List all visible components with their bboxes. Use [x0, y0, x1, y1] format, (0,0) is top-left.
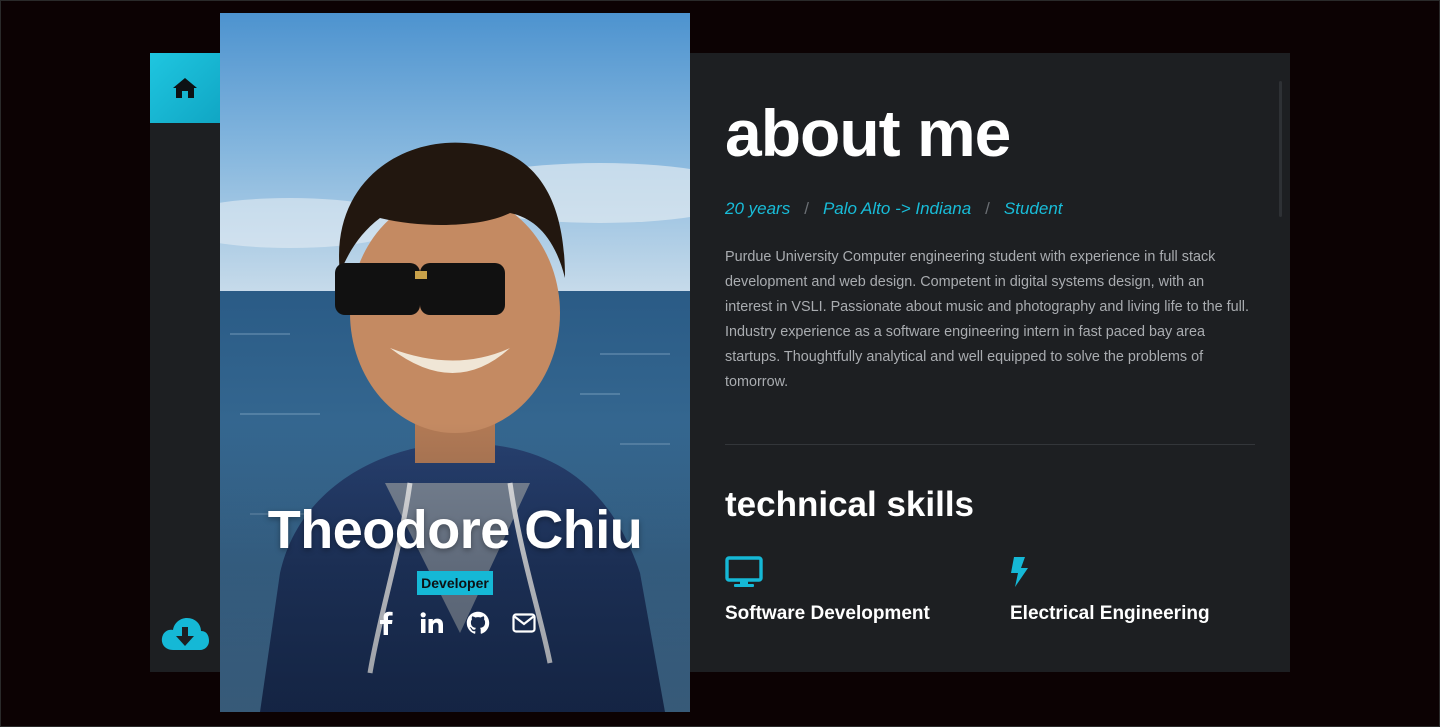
about-bio: Purdue University Computer engineering s… [725, 249, 1249, 390]
home-button[interactable] [150, 53, 220, 123]
skills-title: technical skills [725, 485, 975, 524]
social-links [220, 610, 690, 636]
meta-separator: / [985, 199, 990, 218]
linkedin-icon [420, 612, 443, 633]
side-nav [150, 53, 220, 672]
github-icon [466, 611, 490, 634]
home-icon [173, 78, 197, 98]
envelope-icon [512, 613, 536, 633]
linkedin-link[interactable] [419, 610, 445, 636]
meta-age: 20 years [725, 199, 791, 218]
photo-overlay [220, 422, 690, 712]
bolt-icon [1011, 557, 1028, 587]
scrollbar[interactable] [1279, 81, 1282, 217]
skill-software-development: Software Development [725, 555, 975, 625]
meta-separator: / [804, 199, 809, 218]
profile-role-wrap: Developer [220, 571, 690, 595]
meta-location: Palo Alto -> Indiana [822, 199, 972, 218]
section-divider [725, 444, 1255, 445]
about-panel: about me 20 years / Palo Alto -> Indiana… [690, 53, 1290, 672]
profile-role-badge: Developer [417, 571, 493, 595]
facebook-icon [380, 611, 393, 635]
about-title: about me [725, 96, 1011, 170]
desktop-icon [725, 556, 763, 587]
meta-occupation: Student [1003, 199, 1063, 218]
cloud-download-icon [161, 618, 209, 650]
github-link[interactable] [465, 610, 491, 636]
skill-label: Electrical Engineering [1010, 603, 1210, 624]
skill-label: Software Development [725, 603, 930, 624]
email-link[interactable] [511, 610, 537, 636]
download-resume-button[interactable] [158, 614, 212, 654]
about-meta: 20 years / Palo Alto -> Indiana / Studen… [725, 199, 1063, 219]
skill-electrical-engineering: Electrical Engineering [1010, 555, 1260, 625]
profile-card: Theodore Chiu Developer [220, 13, 690, 712]
facebook-link[interactable] [373, 610, 399, 636]
profile-name: Theodore Chiu [267, 500, 643, 560]
